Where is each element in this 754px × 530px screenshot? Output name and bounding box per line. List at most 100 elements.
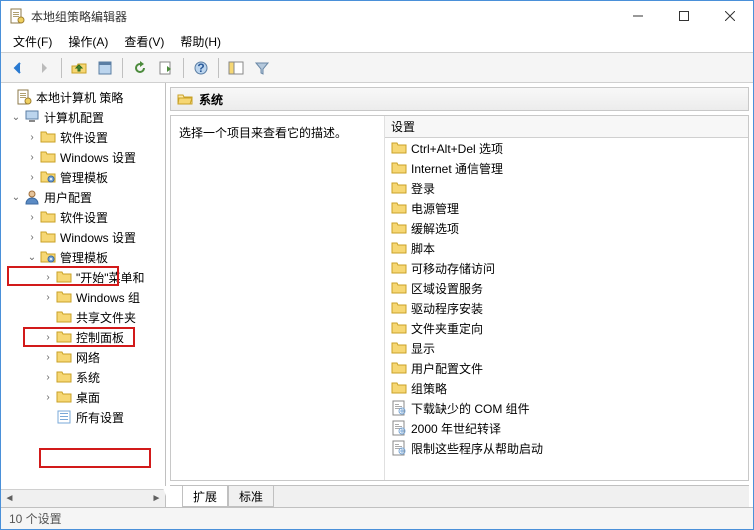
expand-icon[interactable]: › [41,270,55,284]
folder-icon [56,289,72,305]
computer-icon [24,109,40,125]
tree-item[interactable]: ›软件设置 [1,127,165,147]
tree-item[interactable]: ›桌面 [1,387,165,407]
setting-icon [391,420,407,436]
list-item[interactable]: 显示 [385,338,748,358]
expand-icon[interactable]: › [25,130,39,144]
maximize-button[interactable] [661,1,707,31]
column-header-settings[interactable]: 设置 [385,116,748,138]
expand-icon[interactable]: › [25,230,39,244]
tree-item[interactable]: ›共享文件夹 [1,307,165,327]
tree-item[interactable]: › Windows 设置 [1,227,165,247]
list-item[interactable]: 下载缺少的 COM 组件 [385,398,748,418]
list-item[interactable]: 用户配置文件 [385,358,748,378]
settings-list-icon [56,409,72,425]
expand-icon[interactable]: › [41,290,55,304]
folder-icon [56,369,72,385]
expand-icon[interactable]: › [25,170,39,184]
tree-label: 网络 [76,349,100,366]
list-item[interactable]: Internet 通信管理 [385,158,748,178]
expand-icon[interactable]: › [41,330,55,344]
list-item[interactable]: 驱动程序安装 [385,298,748,318]
filter-button[interactable] [251,57,273,79]
description-pane: 选择一个项目来查看它的描述。 [171,116,385,480]
back-button[interactable] [7,57,29,79]
folder-icon [391,220,407,236]
menu-file[interactable]: 文件(F) [7,31,58,52]
folder-icon [56,309,72,325]
tree-label: 管理模板 [60,169,108,186]
list-item[interactable]: Ctrl+Alt+Del 选项 [385,138,748,158]
expand-icon[interactable]: › [25,150,39,164]
expand-icon[interactable]: ⌄ [25,250,39,264]
tree-item[interactable]: ›"开始"菜单和 [1,267,165,287]
tree-pane[interactable]: ▸ 本地计算机 策略 ⌄ 计算机配置 ›软件设置 › Windows 设置 [1,83,166,507]
tree-computer-config[interactable]: ⌄ 计算机配置 [1,107,165,127]
tree-item[interactable]: › 管理模板 [1,167,165,187]
expand-icon[interactable]: ⌄ [9,110,23,124]
list-item[interactable]: 登录 [385,178,748,198]
tab-standard[interactable]: 标准 [228,486,274,507]
tree-item[interactable]: › 控制面板 [1,327,165,347]
window-title: 本地组策略编辑器 [31,8,615,25]
list-item[interactable]: 区域设置服务 [385,278,748,298]
tree-label: 控制面板 [76,329,124,346]
list-item-label: 缓解选项 [411,220,459,237]
list-item[interactable]: 可移动存储访问 [385,258,748,278]
settings-list[interactable]: Ctrl+Alt+Del 选项 Internet 通信管理登录电源管理缓解选项脚本… [385,138,748,480]
tree-item[interactable]: › Windows 设置 [1,147,165,167]
tab-extended[interactable]: 扩展 [182,486,228,507]
menu-help[interactable]: 帮助(H) [174,31,227,52]
tree-item[interactable]: ›所有设置 [1,407,165,427]
expand-icon[interactable]: › [41,370,55,384]
export-button[interactable] [155,57,177,79]
tree-system[interactable]: ›系统 [1,367,165,387]
list-item[interactable]: 2000 年世纪转译 [385,418,748,438]
list-item-label: 下载缺少的 COM 组件 [411,400,530,417]
menu-action[interactable]: 操作(A) [62,31,114,52]
list-item[interactable]: 组策略 [385,378,748,398]
expand-icon[interactable]: › [41,350,55,364]
menubar: 文件(F) 操作(A) 查看(V) 帮助(H) [1,31,753,53]
folder-icon [391,180,407,196]
list-item[interactable]: 限制这些程序从帮助启动 [385,438,748,458]
folder-icon [391,140,407,156]
tree-user-config[interactable]: ⌄ 用户配置 [1,187,165,207]
tree-root[interactable]: ▸ 本地计算机 策略 [1,87,165,107]
forward-button[interactable] [33,57,55,79]
list-item-label: Ctrl+Alt+Del 选项 [411,140,503,157]
tree-admin-templates[interactable]: ⌄ 管理模板 [1,247,165,267]
tree-item[interactable]: ›软件设置 [1,207,165,227]
expand-icon[interactable]: › [41,390,55,404]
tree-label: Windows 设置 [60,149,136,166]
refresh-button[interactable] [129,57,151,79]
help-button[interactable] [190,57,212,79]
close-button[interactable] [707,1,753,31]
pane-button[interactable] [225,57,247,79]
tree-item[interactable]: › 网络 [1,347,165,367]
expand-icon[interactable]: ⌄ [9,190,23,204]
expand-icon[interactable]: › [25,210,39,224]
user-icon [24,189,40,205]
list-item[interactable]: 缓解选项 [385,218,748,238]
list-item[interactable]: 电源管理 [385,198,748,218]
list-item[interactable]: 脚本 [385,238,748,258]
list-item[interactable]: 文件夹重定向 [385,318,748,338]
description-text: 选择一个项目来查看它的描述。 [179,126,347,140]
list-item-label: 区域设置服务 [411,280,483,297]
list-item-label: Internet 通信管理 [411,160,503,177]
list-item-label: 用户配置文件 [411,360,483,377]
folder-icon [391,320,407,336]
minimize-button[interactable] [615,1,661,31]
properties-button[interactable] [94,57,116,79]
folder-icon [391,200,407,216]
list-item-label: 脚本 [411,240,435,257]
up-button[interactable] [68,57,90,79]
toolbar [1,53,753,83]
folder-icon [391,380,407,396]
tree-h-scrollbar[interactable]: ◄► [1,489,165,507]
tree-item[interactable]: ›Windows 组 [1,287,165,307]
menu-view[interactable]: 查看(V) [118,31,170,52]
tree-label: Windows 设置 [60,229,136,246]
folder-icon [391,300,407,316]
